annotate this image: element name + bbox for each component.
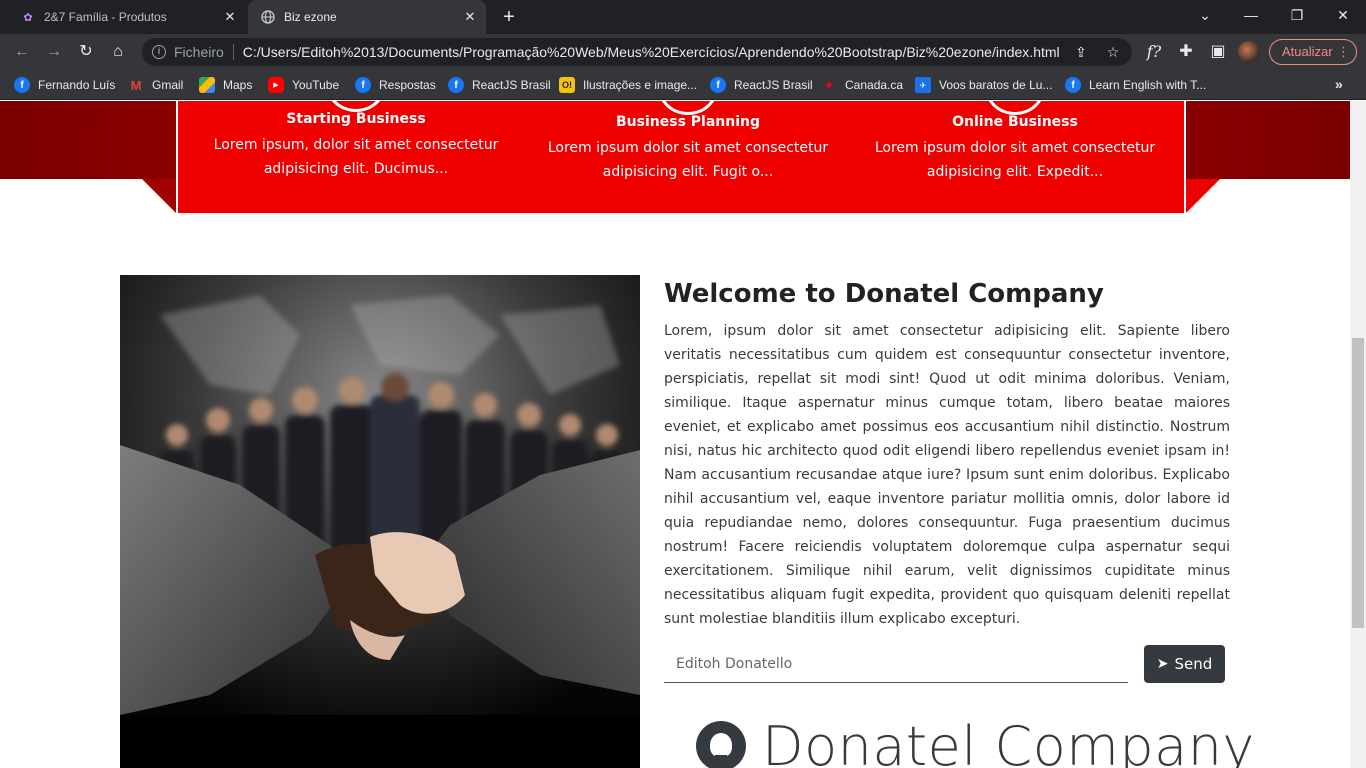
service-description: Lorem ipsum dolor sit amet consectetur a… (547, 140, 829, 180)
share-icon[interactable]: ⇪ (1072, 43, 1090, 61)
bookmark-label: YouTube (292, 78, 340, 92)
bookmark-item[interactable]: Maps (199, 76, 252, 94)
bookmark-label: Fernando Luís (38, 78, 116, 92)
tab-title: Biz ezone (284, 10, 337, 24)
service-business-planning: Business Planning Lorem ipsum dolor sit … (538, 101, 838, 184)
tab-produtos[interactable]: ✿ 2&7 Família - Produtos ✕ (8, 0, 246, 34)
service-starting-business: Starting Business Lorem ipsum, dolor sit… (206, 101, 506, 181)
side-panel-icon[interactable]: ▣ (1206, 40, 1230, 64)
bookmark-label: ReactJS Brasil (472, 78, 551, 92)
service-online-business: Online Business Lorem ipsum dolor sit am… (865, 101, 1165, 184)
page-scrollbar[interactable] (1350, 101, 1366, 768)
extensions-puzzle-icon[interactable]: ✚ (1174, 40, 1198, 64)
bookmark-item[interactable]: O! Ilustrações e image... (559, 76, 697, 94)
tab-biz-ezone[interactable]: Biz ezone ✕ (248, 0, 486, 34)
scrollbar-thumb[interactable] (1352, 338, 1364, 628)
gmail-icon: M (130, 77, 142, 93)
services-corner-right (1186, 179, 1220, 213)
illustration-icon: O! (559, 77, 575, 93)
service-icon-circle (658, 101, 718, 115)
tab-title: 2&7 Família - Produtos (44, 10, 167, 24)
address-divider (232, 44, 234, 60)
service-description: Lorem ipsum, dolor sit amet consectetur … (213, 137, 499, 177)
address-scheme: Ficheiro (174, 44, 224, 60)
tab-strip: ✿ 2&7 Família - Produtos ✕ Biz ezone ✕ +… (0, 0, 1366, 34)
service-description: Lorem ipsum dolor sit amet consectetur a… (874, 140, 1156, 180)
bookmark-item[interactable]: ▶ YouTube (268, 76, 339, 94)
bookmark-label: Ilustrações e image... (583, 78, 698, 92)
more-bookmarks-icon[interactable]: » (1335, 76, 1343, 92)
service-title: Online Business (952, 114, 1078, 130)
bookmark-label: Maps (223, 78, 253, 92)
bookmark-label: Learn English with T... (1089, 78, 1207, 92)
close-window-icon[interactable]: ✕ (1320, 0, 1366, 30)
bookmark-label: ReactJS Brasil (734, 78, 813, 92)
forward-icon[interactable]: → (42, 40, 66, 64)
bookmark-label: Voos baratos de Lu... (939, 78, 1053, 92)
bookmark-item[interactable]: ✈ Voos baratos de Lu... (915, 76, 1052, 94)
youtube-icon: ▶ (268, 77, 284, 93)
update-label: Atualizar (1282, 44, 1333, 59)
formula-extension-icon[interactable]: f? (1142, 40, 1166, 64)
close-tab-icon[interactable]: ✕ (462, 9, 478, 25)
bookmark-item[interactable]: M Gmail (128, 76, 184, 94)
bookmark-label: Gmail (152, 78, 184, 92)
facebook-icon: f (355, 77, 371, 93)
globe-icon (260, 9, 276, 25)
restore-icon[interactable]: ❐ (1274, 0, 1320, 30)
name-input[interactable] (664, 645, 1128, 683)
reload-icon[interactable]: ↻ (74, 40, 98, 64)
menu-dots-icon[interactable]: ⋮ (1337, 40, 1350, 64)
bookmark-item[interactable]: ✦ Canada.ca (821, 76, 903, 94)
facebook-icon: f (448, 77, 464, 93)
minimize-icon[interactable]: — (1228, 0, 1274, 30)
github-icon (696, 721, 746, 768)
send-label: Send (1174, 655, 1213, 673)
bookmark-item[interactable]: f ReactJS Brasil (710, 76, 813, 94)
about-section: Welcome to Donatel Company Lorem, ipsum … (664, 275, 1230, 631)
bookmark-item[interactable]: f Learn English with T... (1065, 76, 1206, 94)
site-info-icon[interactable]: i (152, 45, 166, 59)
about-body: Lorem, ipsum dolor sit amet consectetur … (664, 323, 1230, 627)
bookmark-item[interactable]: f ReactJS Brasil (448, 76, 551, 94)
about-heading: Welcome to Donatel Company (664, 279, 1104, 309)
handshake-photo (120, 275, 640, 768)
service-icon-circle (985, 101, 1045, 115)
paper-plane-icon: ➤ (1156, 656, 1169, 672)
close-tab-icon[interactable]: ✕ (222, 9, 238, 25)
bookmarks-bar: f Fernando Luís M Gmail Maps ▶ YouTube f Res… (0, 70, 1366, 100)
maple-leaf-icon: ✦ (823, 76, 835, 93)
home-icon[interactable]: ⌂ (106, 40, 130, 64)
service-title: Business Planning (616, 114, 760, 130)
browser-toolbar: ← → ↻ ⌂ i Ficheiro C:/Users/Editoh%2013/… (0, 34, 1366, 70)
address-bar[interactable]: i Ficheiro C:/Users/Editoh%2013/Document… (142, 38, 1132, 66)
service-title: Starting Business (286, 111, 426, 127)
profile-avatar[interactable] (1238, 41, 1260, 63)
bookmark-item[interactable]: f Fernando Luís (14, 76, 115, 94)
back-icon[interactable]: ← (10, 40, 34, 64)
services-corner-left (142, 179, 176, 213)
flights-icon: ✈ (915, 77, 931, 93)
maps-icon (199, 77, 215, 93)
brand-name: Donatel Company (762, 714, 1255, 768)
page-viewport: Starting Business Lorem ipsum, dolor sit… (0, 101, 1350, 768)
services-panel: Starting Business Lorem ipsum, dolor sit… (176, 101, 1186, 213)
site-favicon-icon: ✿ (23, 11, 33, 24)
bookmark-star-icon[interactable]: ☆ (1104, 43, 1122, 61)
new-tab-icon[interactable]: + (497, 6, 521, 28)
facebook-icon: f (14, 77, 30, 93)
bookmark-label: Canada.ca (845, 78, 904, 92)
address-url[interactable]: C:/Users/Editoh%2013/Documents/Programaç… (243, 44, 1060, 60)
update-button[interactable]: Atualizar ⋮ (1269, 39, 1357, 65)
facebook-icon: f (710, 77, 726, 93)
bookmark-item[interactable]: f Respostas (355, 76, 436, 94)
bookmark-label: Respostas (379, 78, 436, 92)
send-button[interactable]: ➤ Send (1144, 645, 1225, 683)
facebook-icon: f (1065, 77, 1081, 93)
brand-footer: Donatel Company (696, 711, 1255, 768)
tab-search-icon[interactable]: ⌄ (1182, 0, 1228, 30)
